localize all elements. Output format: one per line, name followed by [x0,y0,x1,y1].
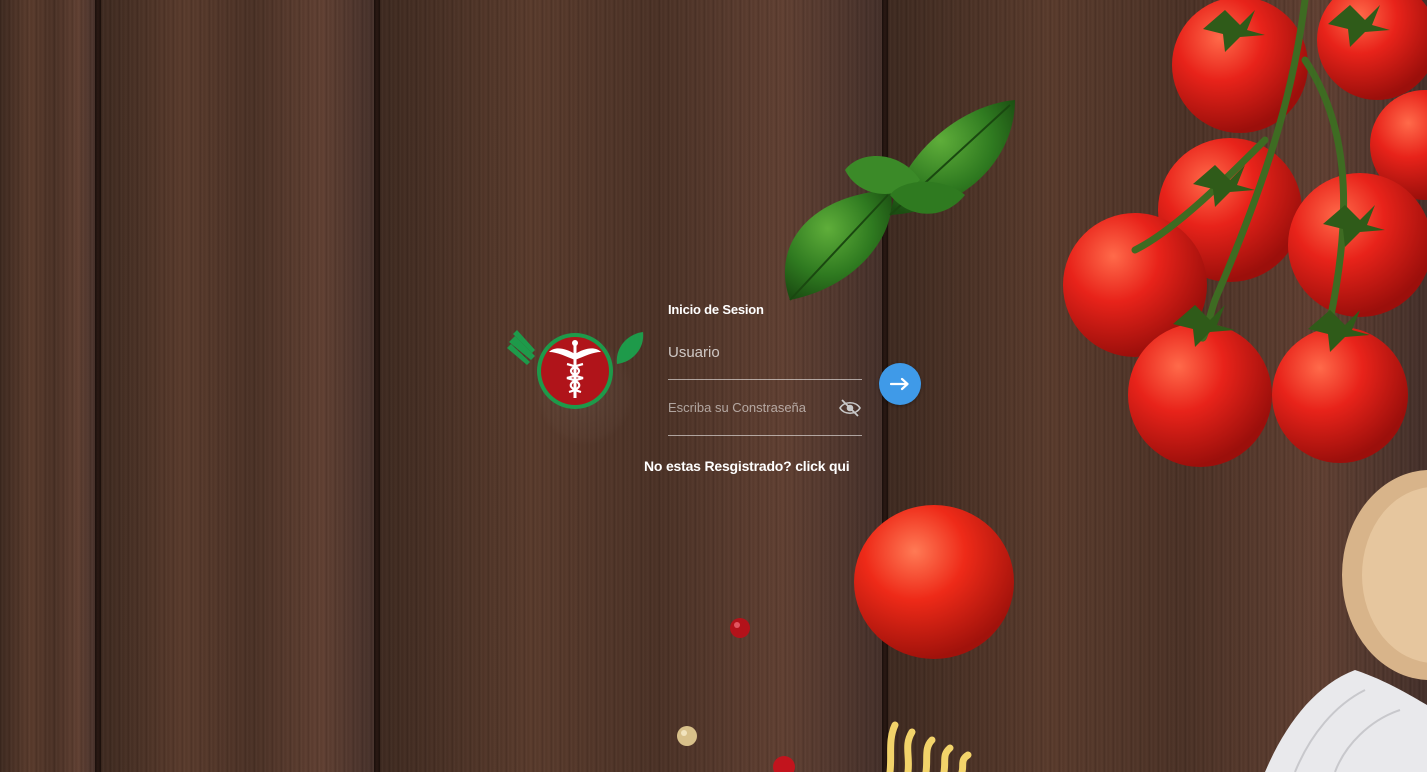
login-title: Inicio de Sesion [668,302,764,317]
password-input[interactable] [668,396,862,418]
towel-image [1265,670,1427,772]
password-field[interactable] [668,396,862,436]
username-field[interactable] [668,340,862,380]
caduceus-logo-icon [507,330,644,409]
register-link[interactable]: No estas Resgistrado? click qui [644,458,850,474]
cherry-tomatoes-image [1063,0,1427,467]
tomato-image [854,505,1014,659]
basil-leaves-image [784,100,1015,301]
login-page: Inicio de Sesion No estas Resgistrado? c… [0,0,1427,772]
arrow-right-icon [890,377,909,391]
peppercorn-image [730,618,750,638]
peppercorn-image [677,726,697,746]
app-logo [505,326,647,446]
pasta-image [886,721,972,772]
wooden-board-image [1342,470,1427,680]
peppercorn-image [773,756,795,772]
username-input[interactable] [668,340,862,364]
eye-slash-icon[interactable] [838,398,862,418]
login-submit-button[interactable] [879,363,921,405]
